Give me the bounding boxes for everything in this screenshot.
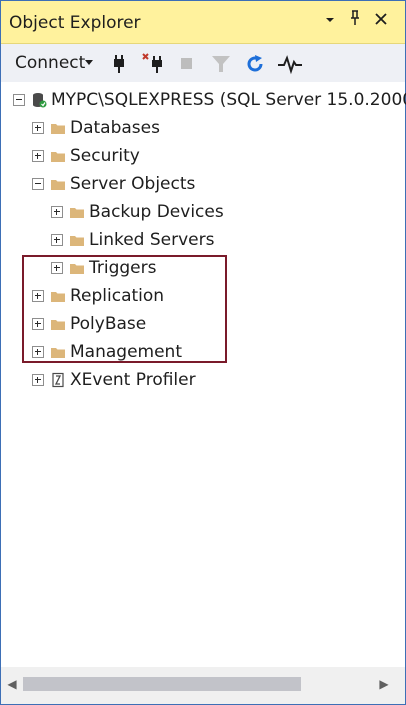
activity-monitor-icon[interactable]	[277, 52, 302, 76]
tree-node-label: XEvent Profiler	[70, 370, 196, 390]
connect-plug-icon[interactable]	[107, 52, 131, 76]
folder-icon	[50, 148, 66, 164]
collapse-icon[interactable]	[13, 94, 25, 106]
scroll-left-icon[interactable]: ◀	[5, 677, 19, 691]
server-icon	[31, 92, 47, 108]
object-explorer-tree: MYPC\SQLEXPRESS (SQL Server 15.0.2000 - …	[1, 85, 406, 665]
folder-icon	[69, 204, 85, 220]
expand-icon[interactable]	[32, 374, 44, 386]
expand-icon[interactable]	[51, 206, 63, 218]
title-bar: Object Explorer	[1, 1, 405, 44]
tree-node-label: Security	[70, 146, 140, 166]
collapse-icon[interactable]	[32, 178, 44, 190]
tree-node-label: MYPC\SQLEXPRESS (SQL Server 15.0.2000 -	[51, 90, 406, 110]
pin-icon[interactable]	[344, 10, 366, 32]
toolbar: Connect	[1, 44, 405, 82]
folder-icon	[50, 120, 66, 136]
expand-icon[interactable]	[32, 122, 44, 134]
expand-icon[interactable]	[51, 234, 63, 246]
scroll-right-icon[interactable]: ▶	[377, 677, 391, 691]
folder-icon	[69, 232, 85, 248]
tree-node-label: Backup Devices	[89, 202, 224, 222]
folder-icon	[50, 176, 66, 192]
disconnect-icon[interactable]	[141, 52, 165, 76]
refresh-icon[interactable]	[243, 52, 267, 76]
close-icon[interactable]	[370, 10, 392, 32]
expand-icon[interactable]	[32, 150, 44, 162]
horizontal-scrollbar[interactable]: ◀ ▶	[1, 667, 405, 704]
tree-node-label: Databases	[70, 118, 160, 138]
tree-node-label: Server Objects	[70, 174, 196, 194]
chevron-down-icon[interactable]	[85, 60, 93, 65]
xevent-profiler-icon	[50, 372, 66, 388]
chevron-down-icon[interactable]	[319, 10, 341, 32]
stop-icon[interactable]	[177, 52, 201, 76]
tree-node-label: Linked Servers	[89, 230, 215, 250]
connect-button[interactable]: Connect	[15, 53, 85, 73]
highlight-box	[22, 255, 227, 363]
object-explorer-panel: Object Explorer Connect MYPC\SQLEXPRESS …	[0, 0, 406, 705]
panel-title: Object Explorer	[9, 13, 141, 33]
scrollbar-thumb[interactable]	[23, 677, 301, 691]
filter-icon[interactable]	[209, 52, 233, 76]
